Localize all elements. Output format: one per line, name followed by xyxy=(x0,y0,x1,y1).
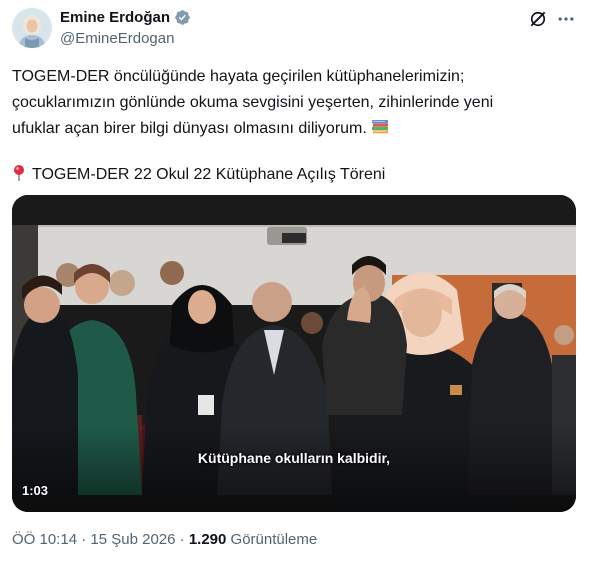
video-player[interactable]: Kütüphane okulların kalbidir, xyxy=(12,195,576,512)
grok-icon[interactable] xyxy=(528,9,548,29)
tweet-text: TOGEM-DER öncülüğünde hayata geçirilen k… xyxy=(12,64,572,188)
video-subtitle: Kütüphane okulların kalbidir, xyxy=(197,450,391,466)
avatar-photo xyxy=(12,8,52,48)
tweet-line: ufuklar açan birer bilgi dünyası olmasın… xyxy=(12,120,367,137)
tweet-time[interactable]: ÖÖ 10:14 xyxy=(12,531,77,548)
video-duration: 1:03 xyxy=(22,483,49,498)
tweet-line: çocuklarımızın gönlünde okuma sevgisini … xyxy=(12,94,494,111)
location-text: TOGEM-DER 22 Okul 22 Kütüphane Açılış Tö… xyxy=(32,166,386,183)
separator: · xyxy=(175,531,189,548)
separator: · xyxy=(77,531,91,548)
handle[interactable]: @EmineErdogan xyxy=(60,30,174,47)
more-options-icon[interactable] xyxy=(556,9,576,29)
avatar[interactable] xyxy=(12,8,52,48)
views-label: Görüntüleme xyxy=(226,531,318,548)
display-name[interactable]: Emine Erdoğan xyxy=(60,9,170,26)
tweet-line-4: TOGEM-DER 22 Okul 22 Kütüphane Açılış Tö… xyxy=(12,162,572,188)
tweet-metadata: ÖÖ 10:14 · 15 Şub 2026 · 1.290 Görüntüle… xyxy=(12,531,317,548)
tweet-line: TOGEM-DER öncülüğünde hayata geçirilen k… xyxy=(12,68,465,85)
tweet-date[interactable]: 15 Şub 2026 xyxy=(90,531,175,548)
books-icon xyxy=(372,120,389,134)
verified-badge-icon[interactable] xyxy=(174,9,191,26)
tweet-line-3: ufuklar açan birer bilgi dünyası olmasın… xyxy=(12,116,572,142)
round-pushpin-icon xyxy=(14,165,24,181)
views-count: 1.290 xyxy=(188,531,227,548)
